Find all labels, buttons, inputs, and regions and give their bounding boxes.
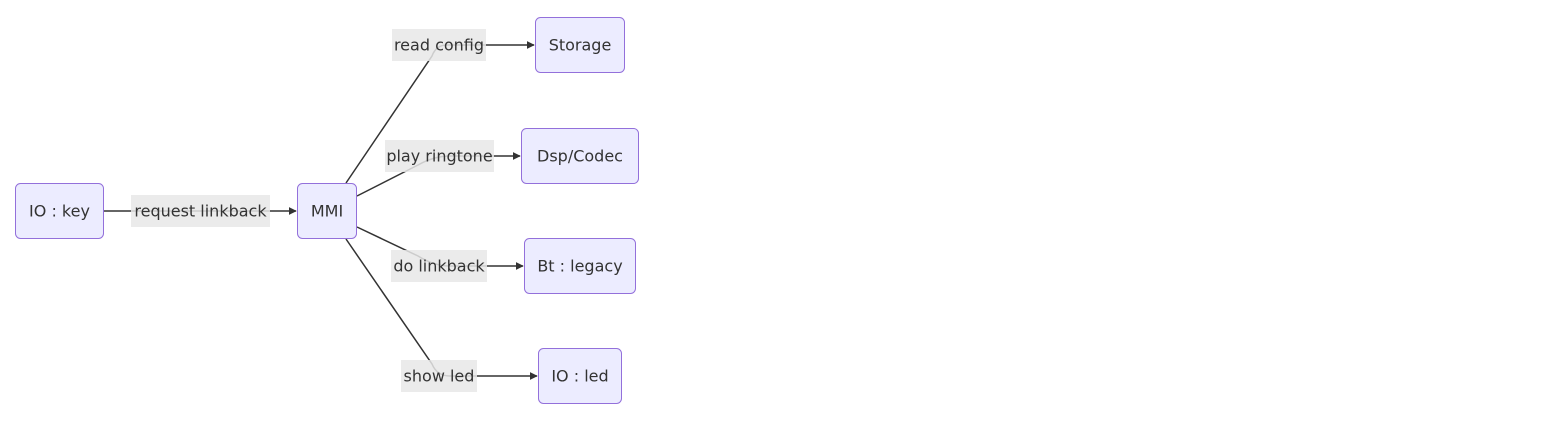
node-label: IO : led: [551, 367, 608, 386]
edge-label-do-linkback: do linkback: [391, 250, 487, 282]
node-label: Storage: [549, 36, 612, 55]
edge-label-request-linkback: request linkback: [131, 195, 270, 227]
node-storage: Storage: [535, 17, 625, 73]
node-mmi: MMI: [297, 183, 357, 239]
edge-label-play-ringtone: play ringtone: [385, 140, 494, 172]
edge-label-text: request linkback: [134, 202, 267, 221]
node-label: IO : key: [29, 202, 90, 221]
node-io-led: IO : led: [538, 348, 622, 404]
edge-label-show-led: show led: [401, 360, 477, 392]
edge-label-read-config: read config: [392, 29, 486, 61]
node-bt-legacy: Bt : legacy: [524, 238, 636, 294]
node-label: Bt : legacy: [537, 257, 622, 276]
edge-label-text: do linkback: [393, 257, 485, 276]
edge-label-text: play ringtone: [386, 147, 492, 166]
edge-label-text: read config: [394, 36, 484, 55]
node-label: Dsp/Codec: [537, 147, 623, 166]
node-dsp-codec: Dsp/Codec: [521, 128, 639, 184]
node-io-key: IO : key: [15, 183, 104, 239]
node-label: MMI: [311, 202, 343, 221]
flowchart-diagram: request linkback read config play ringto…: [15, 17, 639, 404]
edge-label-text: show led: [404, 367, 475, 386]
